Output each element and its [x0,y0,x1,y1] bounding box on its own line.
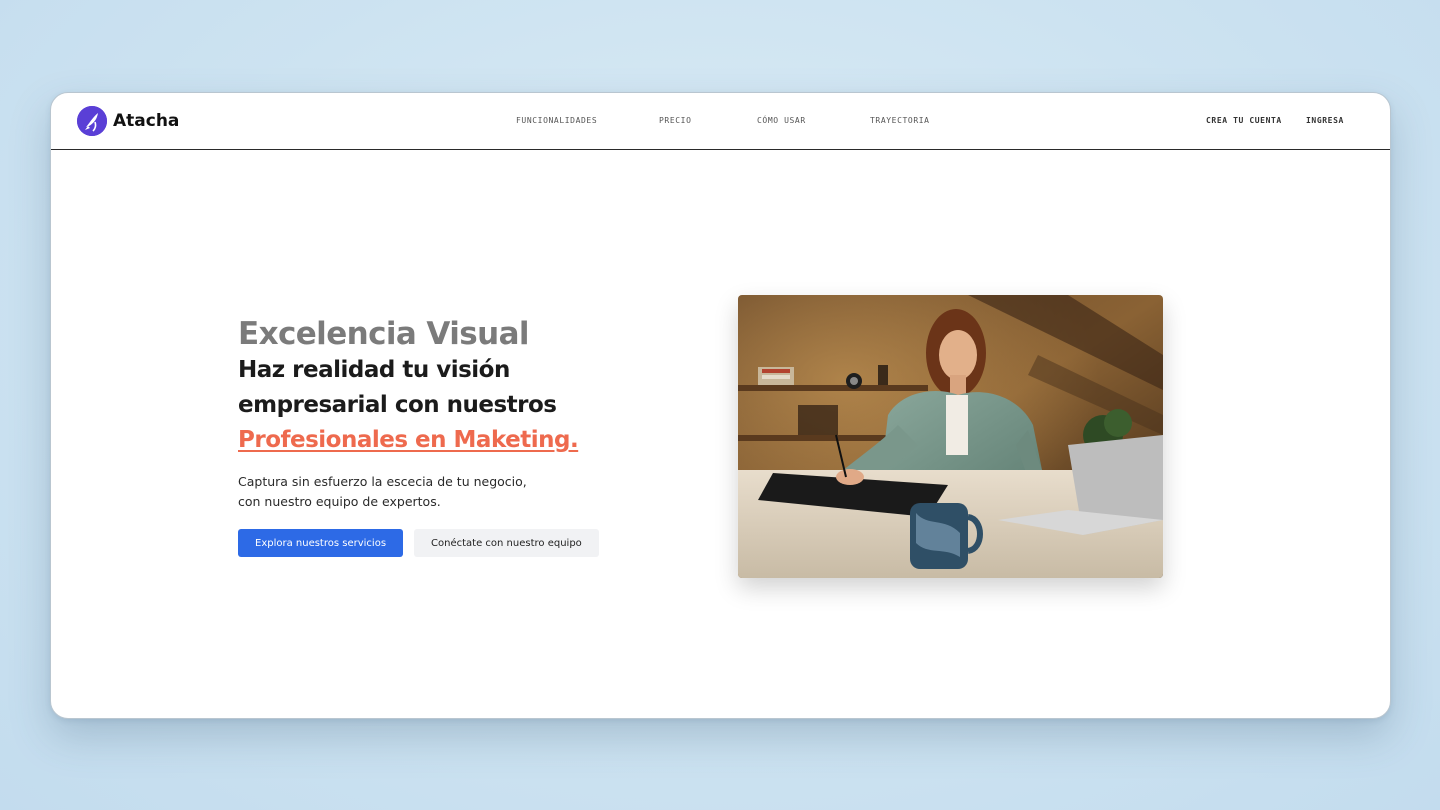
headline-line-1: Haz realidad tu visión [238,357,510,383]
browser-window: Atacha FUNCIONALIDADES PRECIO CÓMO USAR … [50,92,1391,719]
brand-logo[interactable]: Atacha [77,106,179,136]
hero-text: Excelencia Visual Haz realidad tu visión… [238,315,658,557]
nav-link-funcionalidades[interactable]: FUNCIONALIDADES [516,116,597,125]
brand-name: Atacha [113,111,180,131]
explore-services-button[interactable]: Explora nuestros servicios [238,529,404,557]
login-link[interactable]: INGRESA [1306,116,1344,125]
nav-link-como-usar[interactable]: CÓMO USAR [757,116,806,125]
hero-headline: Haz realidad tu visión empresarial con n… [238,353,658,458]
navbar: Atacha FUNCIONALIDADES PRECIO CÓMO USAR … [51,93,1390,150]
cta-row: Explora nuestros servicios Conéctate con… [238,529,658,557]
subtext-line-1: Captura sin esfuerzo la escecia de tu ne… [238,474,527,489]
hero-subtext: Captura sin esfuerzo la escecia de tu ne… [238,472,658,512]
connect-team-button[interactable]: Conéctate con nuestro equipo [414,529,599,557]
headline-line-2: empresarial con nuestros [238,392,557,418]
nav-link-trayectoria[interactable]: TRAYECTORIA [870,116,930,125]
subtext-line-2: con nuestro equipo de expertos. [238,494,441,509]
headline-accent: Profesionales en Maketing. [238,427,579,453]
nav-link-precio[interactable]: PRECIO [659,116,692,125]
create-account-link[interactable]: CREA TU CUENTA [1206,116,1282,125]
woman-drawing-tablet-image [738,295,1163,578]
hero-photo [738,295,1163,578]
rocket-icon [77,106,107,136]
hero-eyebrow: Excelencia Visual [238,316,530,352]
